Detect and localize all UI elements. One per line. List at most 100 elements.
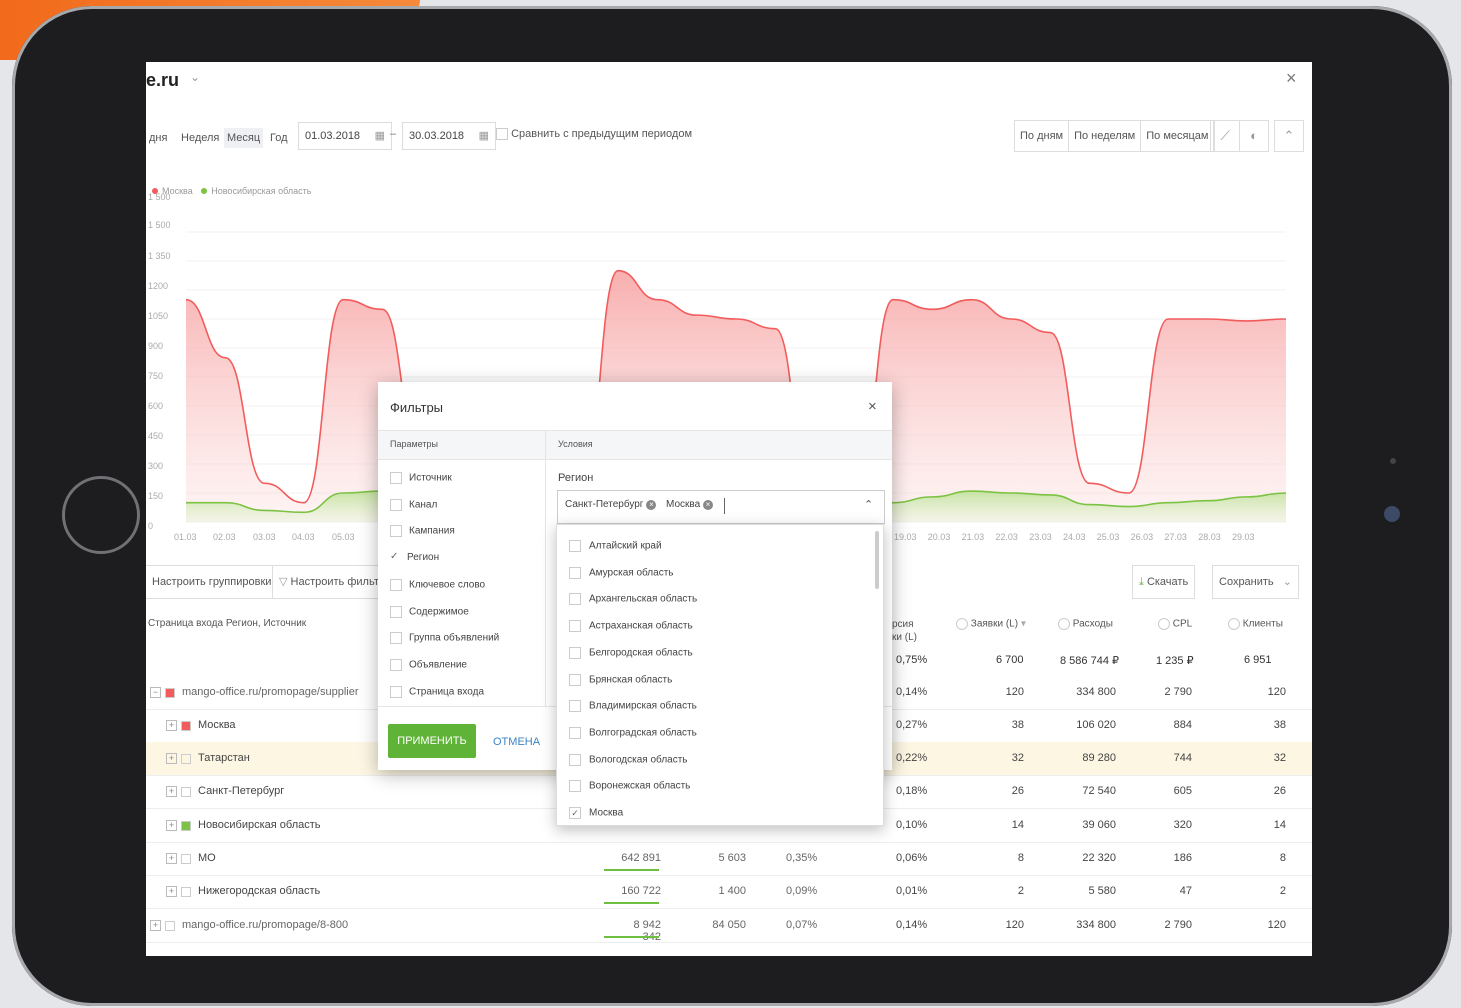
option-checkbox[interactable] [569, 673, 581, 686]
pie-chart-icon[interactable]: ◐ [1239, 120, 1269, 152]
close-icon[interactable]: × [868, 398, 877, 415]
column-header-conversion[interactable]: рсия ки (L) [892, 618, 917, 644]
chevron-up-icon[interactable]: ⌃ [864, 498, 873, 511]
column-header-leads[interactable]: Заявки (L) ▾ [956, 618, 1026, 630]
column-header-cost[interactable]: Расходы [1058, 618, 1113, 630]
row-checkbox[interactable] [181, 821, 191, 831]
option-checkbox[interactable] [569, 566, 581, 579]
column-header-cpl[interactable]: CPL [1158, 618, 1192, 630]
leads-radio[interactable] [956, 618, 968, 630]
param-checkbox[interactable] [390, 472, 402, 484]
param-item[interactable]: Ключевое слово [390, 578, 485, 591]
region-option[interactable]: Волгоградская область [569, 726, 697, 739]
compare-checkbox[interactable] [496, 128, 508, 141]
param-checkbox[interactable] [390, 685, 402, 698]
remove-tag-icon[interactable]: × [703, 500, 714, 510]
date-from-field[interactable]: 01.03.2018 ▦ [298, 122, 392, 150]
expand-toggle[interactable]: + [150, 920, 161, 931]
option-checkbox[interactable] [569, 646, 581, 659]
expand-toggle[interactable]: + [166, 720, 177, 731]
expand-toggle[interactable]: − [150, 687, 161, 698]
option-checkbox[interactable] [569, 726, 581, 739]
region-option[interactable]: Белгородская область [569, 646, 693, 659]
param-item[interactable]: Канал [390, 498, 437, 511]
row-checkbox[interactable] [181, 887, 191, 897]
region-option[interactable]: Владимирская область [569, 700, 697, 713]
region-option[interactable]: Брянская область [569, 673, 672, 686]
table-row[interactable]: + mango-office.ru/promopage/8-800 8 942 34… [146, 909, 1312, 943]
compare-toggle[interactable]: Сравнить с предыдущим периодом [496, 128, 692, 141]
group-by-months[interactable]: По месяцам [1141, 121, 1215, 151]
column-header-entry[interactable]: Страница входа Регион, Источник [148, 618, 306, 629]
expand-toggle[interactable]: + [166, 886, 177, 897]
grouping-button[interactable]: Настроить группировки [146, 565, 279, 599]
option-checkbox[interactable]: ✓ [569, 807, 581, 819]
region-option[interactable]: Алтайский край [569, 540, 662, 552]
param-item[interactable]: Группа объявлений [390, 632, 499, 645]
clients-radio[interactable] [1228, 618, 1240, 630]
region-option[interactable]: Вологодская область [569, 753, 688, 766]
param-checkbox[interactable] [390, 632, 402, 645]
range-week[interactable]: Неделя [178, 128, 222, 148]
save-button[interactable]: Сохранить ⌄ [1212, 565, 1299, 599]
group-by-weeks[interactable]: По неделям [1069, 121, 1142, 151]
scrollbar[interactable] [875, 531, 879, 589]
expand-toggle[interactable]: + [166, 853, 177, 864]
row-checkbox[interactable] [165, 688, 175, 698]
param-checkbox[interactable] [390, 578, 402, 591]
row-checkbox[interactable] [165, 921, 175, 931]
remove-tag-icon[interactable]: × [646, 500, 657, 510]
range-month[interactable]: Месяц [224, 128, 264, 148]
option-checkbox[interactable] [569, 700, 581, 713]
option-checkbox[interactable] [569, 753, 581, 766]
row-checkbox[interactable] [181, 854, 191, 864]
expand-toggle[interactable]: + [166, 820, 177, 831]
option-checkbox[interactable] [569, 593, 581, 606]
table-row[interactable]: + Нижегородская область 160 722 1 400 0,09% 0… [146, 875, 1312, 909]
option-checkbox[interactable] [569, 540, 581, 552]
close-icon[interactable]: × [1286, 68, 1297, 89]
expand-toggle[interactable]: + [166, 753, 177, 764]
param-checkbox[interactable] [390, 498, 402, 511]
region-option[interactable]: Архангельская область [569, 593, 697, 606]
param-checkbox[interactable] [390, 658, 402, 671]
filter-button[interactable]: ▽ Настроить фильтр [272, 565, 386, 599]
range-year[interactable]: Год [267, 128, 291, 148]
param-item[interactable]: Объявление [390, 658, 467, 671]
param-item[interactable]: Страница входа [390, 685, 484, 698]
param-item[interactable]: ✓ Регион [390, 552, 439, 563]
region-option[interactable]: Астраханская область [569, 620, 693, 633]
table-row[interactable]: + МО 642 891 5 603 0,35% 0,06% 8 22 320 186 8 [146, 842, 1312, 876]
region-select[interactable]: Санкт-Петербург × Москва × ⌃ [557, 490, 885, 524]
chevron-down-icon[interactable]: ⌄ [190, 70, 200, 84]
checked-icon[interactable]: ✓ [390, 552, 400, 563]
tag-spb[interactable]: Санкт-Петербург × [565, 499, 657, 510]
region-option[interactable]: Амурская область [569, 566, 673, 579]
tag-moscow[interactable]: Москва × [666, 499, 714, 510]
download-button[interactable]: ⤓ Скачать [1132, 565, 1196, 599]
line-chart-icon[interactable]: ⟋ [1210, 120, 1240, 152]
range-days[interactable]: дня [146, 128, 170, 148]
row-checkbox[interactable] [181, 754, 191, 764]
group-by-days[interactable]: По дням [1015, 121, 1070, 151]
row-checkbox[interactable] [181, 721, 191, 731]
collapse-up-icon[interactable]: ⌃ [1274, 120, 1304, 152]
date-to-field[interactable]: 30.03.2018 ▦ [402, 122, 496, 150]
column-header-clients[interactable]: Клиенты [1228, 618, 1283, 630]
param-item[interactable]: Источник [390, 472, 452, 484]
param-checkbox[interactable] [390, 525, 402, 538]
cancel-button[interactable]: ОТМЕНА [493, 736, 540, 748]
option-checkbox[interactable] [569, 780, 581, 793]
cost-radio[interactable] [1058, 618, 1070, 630]
param-item[interactable]: Содержимое [390, 605, 469, 618]
apply-button[interactable]: ПРИМЕНИТЬ [388, 724, 476, 758]
region-option[interactable]: ✓ Москва [569, 807, 623, 819]
option-checkbox[interactable] [569, 620, 581, 633]
cpl-radio[interactable] [1158, 618, 1170, 630]
row-checkbox[interactable] [181, 787, 191, 797]
param-checkbox[interactable] [390, 605, 402, 618]
row-leads: 38 [1011, 719, 1024, 731]
region-option[interactable]: Воронежская область [569, 780, 690, 793]
param-item[interactable]: Кампания [390, 525, 455, 538]
expand-toggle[interactable]: + [166, 786, 177, 797]
